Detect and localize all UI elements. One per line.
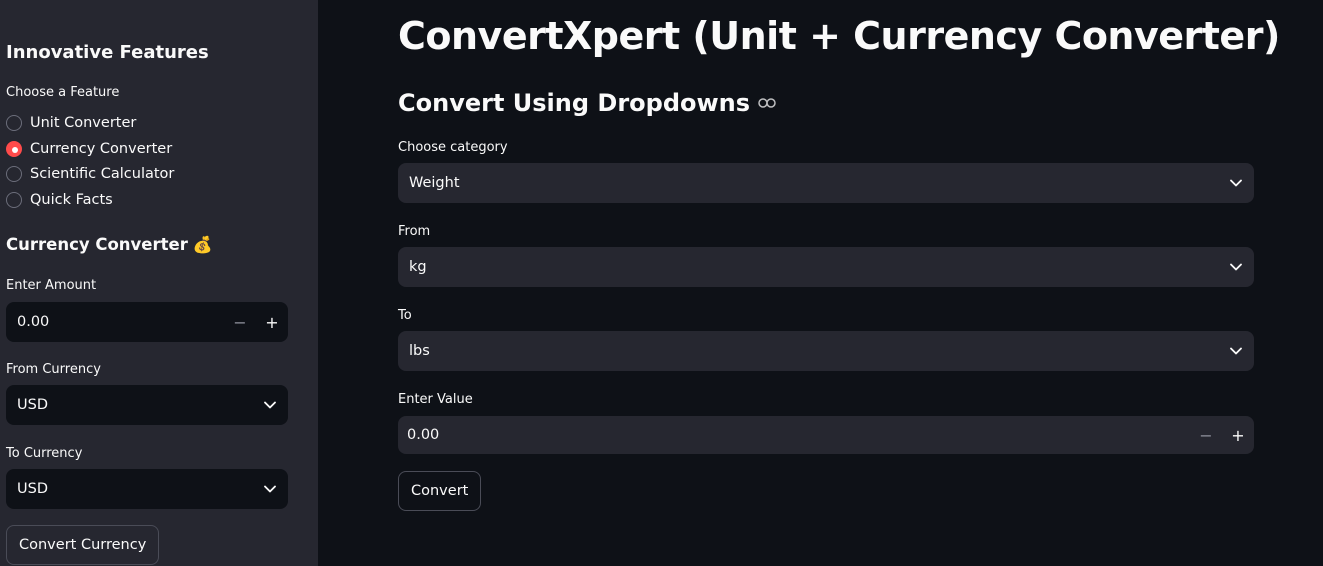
link-icon[interactable] (758, 98, 776, 108)
from-unit-label: From (398, 224, 431, 239)
category-value: Weight (409, 175, 460, 191)
from-currency-value: USD (17, 397, 48, 413)
decrement-button[interactable]: − (1190, 416, 1222, 454)
to-unit-select[interactable]: lbs (398, 331, 1254, 371)
radio-currency-converter[interactable]: Currency Converter (6, 139, 172, 159)
amount-value[interactable]: 0.00 (17, 314, 224, 330)
amount-input[interactable]: 0.00 − + (6, 302, 288, 342)
value-value[interactable]: 0.00 (407, 427, 1190, 443)
chevron-down-icon[interactable] (263, 398, 277, 412)
radio-label: Quick Facts (30, 192, 113, 208)
increment-button[interactable]: + (1222, 416, 1254, 454)
radio-unit-converter[interactable]: Unit Converter (6, 113, 136, 133)
amount-label: Enter Amount (6, 278, 97, 293)
section-title: Convert Using Dropdowns (398, 89, 776, 117)
money-bag-icon: 💰 (192, 235, 213, 254)
convert-currency-button[interactable]: Convert Currency (6, 525, 160, 565)
from-currency-select[interactable]: USD (6, 385, 288, 425)
convert-button[interactable]: Convert (398, 471, 482, 511)
radio-label: Currency Converter (30, 141, 173, 157)
sidebar: Innovative Features Choose a Feature Uni… (0, 0, 318, 566)
currency-heading-text: Currency Converter (6, 235, 188, 254)
radio-button-selected[interactable] (6, 141, 22, 157)
app: Innovative Features Choose a Feature Uni… (0, 0, 1323, 566)
radio-button[interactable] (6, 115, 22, 131)
from-currency-label: From Currency (6, 362, 101, 377)
currency-heading: Currency Converter 💰 (6, 235, 213, 254)
sidebar-heading: Innovative Features (6, 42, 209, 63)
to-unit-value: lbs (409, 343, 430, 359)
to-currency-select[interactable]: USD (6, 469, 288, 509)
chevron-down-icon[interactable] (1229, 344, 1243, 358)
decrement-button[interactable]: − (224, 302, 256, 342)
category-select[interactable]: Weight (398, 163, 1254, 203)
radio-label: Scientific Calculator (30, 166, 175, 182)
radio-button[interactable] (6, 192, 22, 208)
feature-label: Choose a Feature (6, 85, 120, 100)
radio-quick-facts[interactable]: Quick Facts (6, 190, 113, 210)
to-currency-value: USD (17, 481, 48, 497)
increment-button[interactable]: + (256, 302, 288, 342)
value-input[interactable]: 0.00 − + (398, 416, 1254, 454)
value-label: Enter Value (398, 392, 473, 407)
from-unit-select[interactable]: kg (398, 247, 1254, 287)
chevron-down-icon[interactable] (263, 482, 277, 496)
from-unit-value: kg (409, 259, 427, 275)
section-title-text: Convert Using Dropdowns (398, 89, 751, 117)
page-title: ConvertXpert (Unit + Currency Converter) (398, 14, 1280, 58)
to-unit-label: To (398, 308, 412, 323)
radio-button[interactable] (6, 166, 22, 182)
category-label: Choose category (398, 140, 508, 155)
chevron-down-icon[interactable] (1229, 176, 1243, 190)
radio-scientific-calculator[interactable]: Scientific Calculator (6, 164, 174, 184)
to-currency-label: To Currency (6, 446, 83, 461)
radio-label: Unit Converter (30, 115, 137, 131)
chevron-down-icon[interactable] (1229, 260, 1243, 274)
